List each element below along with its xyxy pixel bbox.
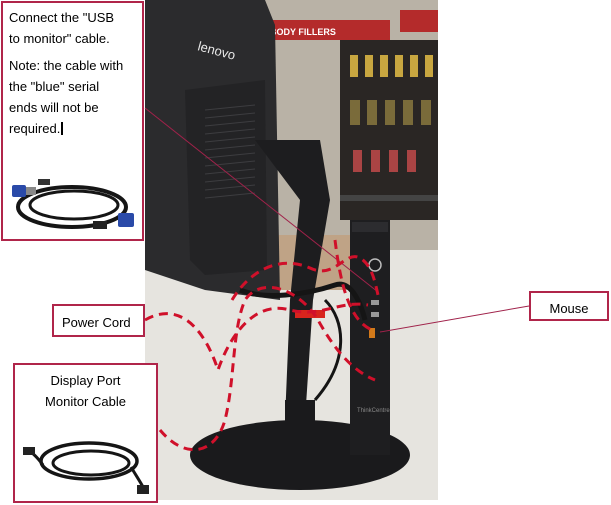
- pc-brand: ThinkCentre: [357, 408, 390, 414]
- workstation-photo: BODY FILLERS lenovo ThinkCentre: [145, 0, 438, 500]
- usb-line-1: Connect the "USB: [9, 10, 115, 25]
- dp-connector-left: [23, 447, 35, 455]
- text-cursor: [61, 122, 64, 135]
- usb-callout-instruction: Connect the "USB to monitor" cable.: [9, 7, 136, 49]
- mouse-label: Mouse: [549, 301, 589, 316]
- usb-line-2: to monitor" cable.: [9, 31, 110, 46]
- photo-scene: BODY FILLERS lenovo ThinkCentre: [145, 0, 438, 500]
- note-line-1: Note: the cable with: [9, 58, 124, 73]
- stand-red-ring: [295, 310, 325, 318]
- power-cord-label: Power Cord: [62, 315, 131, 330]
- displayport-cable-image: [23, 441, 149, 494]
- dp-line-2: Monitor Cable: [45, 394, 126, 409]
- displayport-callout: Display Port Monitor Cable: [13, 363, 158, 503]
- usb-cable-callout: Connect the "USB to monitor" cable. Note…: [1, 1, 144, 241]
- dp-connector-right: [137, 485, 149, 494]
- mouse-callout: Mouse: [529, 291, 609, 321]
- usb-cable-image: [12, 179, 134, 229]
- note-line-3: ends will not be: [9, 100, 99, 115]
- store-sign: BODY FILLERS: [270, 27, 336, 37]
- note-line-4: required.: [9, 121, 61, 136]
- dp-line-1: Display Port: [50, 373, 121, 388]
- usb-callout-note: Note: the cable with the "blue" serial e…: [9, 55, 136, 139]
- blue-vga-connector-2: [118, 213, 134, 227]
- note-line-2: the "blue" serial: [9, 79, 100, 94]
- power-cord-callout: Power Cord: [52, 304, 145, 337]
- blue-vga-connector: [12, 185, 26, 197]
